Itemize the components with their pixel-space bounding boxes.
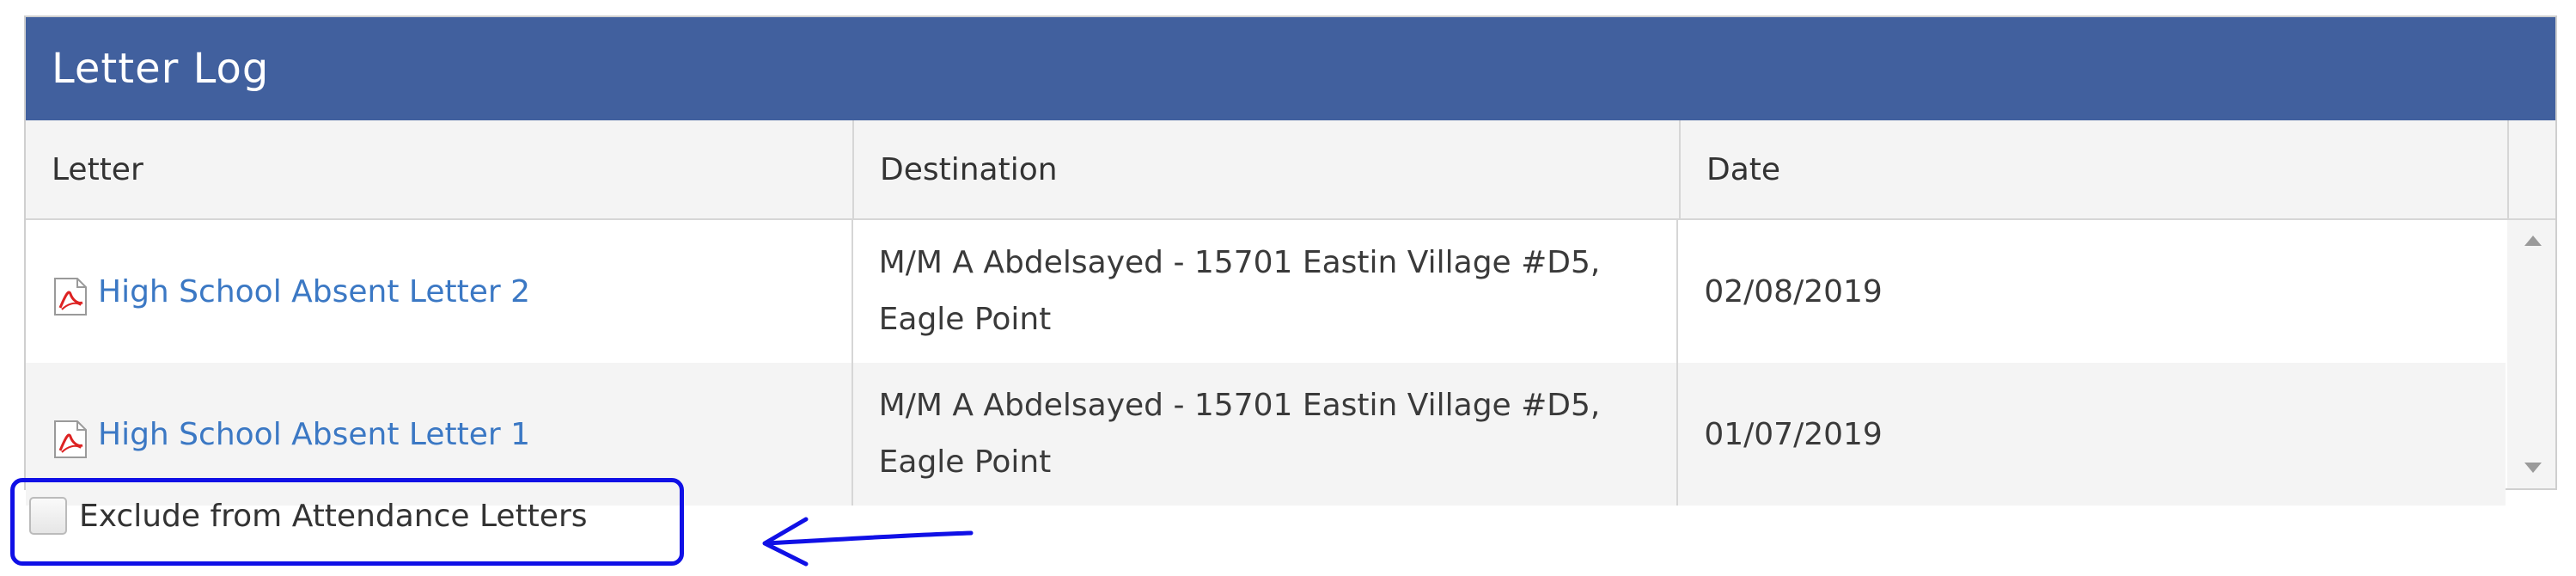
column-header-destination[interactable]: Destination [854, 120, 1681, 218]
letter-link[interactable]: High School Absent Letter 1 [98, 417, 530, 452]
column-header-letter[interactable]: Letter [26, 120, 854, 218]
exclude-checkbox-label[interactable]: Exclude from Attendance Letters [79, 499, 588, 534]
column-header-date[interactable]: Date [1681, 120, 2509, 218]
destination-cell: M/M A Abdelsayed - 15701 Eastin Village … [853, 363, 1679, 506]
exclude-letters-option[interactable]: Exclude from Attendance Letters [29, 497, 588, 535]
destination-cell: M/M A Abdelsayed - 15701 Eastin Village … [853, 220, 1679, 363]
left-arrow-icon [762, 517, 974, 567]
table-row: High School Absent Letter 2 M/M A Abdels… [26, 220, 2506, 363]
scroll-down-icon[interactable] [2524, 463, 2542, 473]
letter-cell: High School Absent Letter 2 [26, 220, 853, 363]
table-header: Letter Destination Date [26, 120, 2555, 220]
table-body: High School Absent Letter 2 M/M A Abdels… [26, 220, 2506, 506]
pdf-icon [54, 278, 87, 316]
pdf-icon [54, 420, 87, 458]
panel-title: Letter Log [26, 17, 2555, 120]
vertical-scrollbar[interactable] [2507, 220, 2555, 488]
letter-log-table: Letter Destination Date High School Abse… [26, 120, 2555, 506]
date-cell: 01/07/2019 [1704, 416, 1883, 452]
letter-link[interactable]: High School Absent Letter 2 [98, 274, 530, 309]
exclude-checkbox[interactable] [29, 497, 67, 535]
letter-log-panel: Letter Log Letter Destination Date High … [24, 15, 2557, 506]
date-cell: 02/08/2019 [1704, 273, 1883, 309]
scroll-up-icon[interactable] [2524, 236, 2542, 246]
